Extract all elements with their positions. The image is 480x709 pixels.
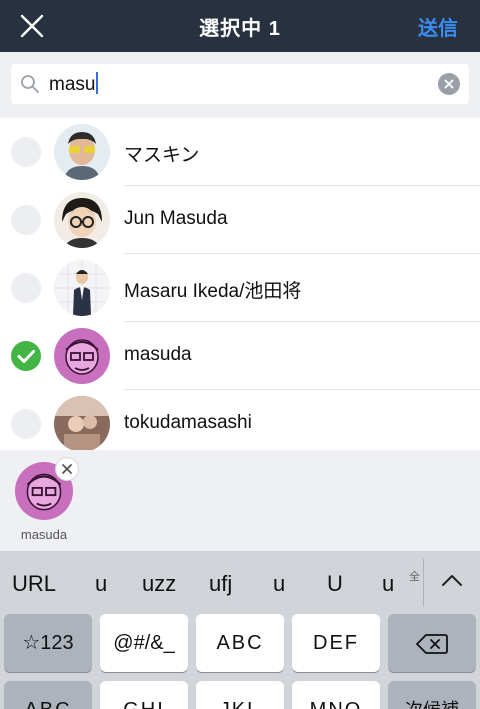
search-area: masu (0, 52, 480, 118)
candidate-word[interactable]: u (273, 571, 285, 597)
contact-name: Masaru Ikeda/池田将 (124, 281, 302, 302)
candidate-word[interactable]: ufj (209, 571, 232, 597)
list-item[interactable]: Masaru Ikeda/池田将 (0, 254, 480, 322)
key-ghi[interactable]: GHI (100, 681, 188, 709)
key-numbers[interactable]: ☆123 (4, 614, 92, 672)
list-item[interactable]: Jun Masuda (0, 186, 480, 254)
full-width-label: 全 (409, 571, 420, 583)
remove-selected-button[interactable] (55, 457, 79, 481)
list-item[interactable]: tokudamasashi (0, 390, 480, 450)
key-mno[interactable]: MNO (292, 681, 380, 709)
clear-circle-icon[interactable] (438, 73, 460, 95)
contact-name: tokudamasashi (124, 412, 252, 433)
key-abc-toggle[interactable]: ABC (4, 681, 92, 709)
send-button[interactable]: 送信 (418, 12, 458, 41)
candidate-word[interactable]: U (327, 571, 343, 597)
close-icon (62, 464, 72, 474)
select-radio-checked[interactable] (11, 341, 41, 371)
avatar (54, 328, 110, 384)
search-value: masu (49, 72, 99, 96)
contact-list: マスキン Jun Masuda Masaru Ikeda/池田将 masuda … (0, 118, 480, 450)
candidate-word[interactable]: URL (12, 571, 56, 597)
header-bar: 選択中 1 送信 (0, 0, 480, 52)
key-def[interactable]: DEF (292, 614, 380, 672)
candidate-word[interactable]: u (95, 571, 107, 597)
key-abc[interactable]: ABC (196, 614, 284, 672)
text-caret (96, 72, 99, 94)
avatar (54, 192, 110, 248)
select-radio[interactable] (11, 205, 41, 235)
contact-name: マスキン (124, 145, 200, 166)
chevron-up-icon[interactable] (440, 571, 464, 589)
select-radio[interactable] (11, 273, 41, 303)
contact-name: Jun Masuda (124, 208, 228, 229)
header-title: 選択中 1 (199, 18, 281, 40)
key-jkl[interactable]: JKL (196, 681, 284, 709)
key-delete[interactable] (388, 614, 476, 672)
key-symbols[interactable]: @#/&_ (100, 614, 188, 672)
avatar (54, 396, 110, 450)
avatar (54, 124, 110, 180)
selected-tray: masuda (0, 450, 480, 551)
keyboard: URL u uzz ufj u U u 全 ☆123 @#/&_ ABC DEF… (0, 551, 480, 709)
check-icon (17, 350, 35, 363)
candidate-word[interactable]: u (382, 571, 394, 597)
key-next-candidate[interactable]: 次候補 (388, 681, 476, 709)
candidate-separator (423, 559, 424, 607)
list-item[interactable]: マスキン (0, 118, 480, 186)
backspace-icon (416, 633, 448, 654)
search-input[interactable]: masu (11, 64, 469, 104)
select-radio[interactable] (11, 137, 41, 167)
selected-name: masuda (20, 527, 68, 542)
select-radio[interactable] (11, 409, 41, 439)
candidate-word[interactable]: uzz (142, 571, 176, 597)
search-icon (21, 75, 39, 93)
list-item[interactable]: masuda (0, 322, 480, 390)
contact-name: masuda (124, 344, 192, 365)
avatar (54, 260, 110, 316)
